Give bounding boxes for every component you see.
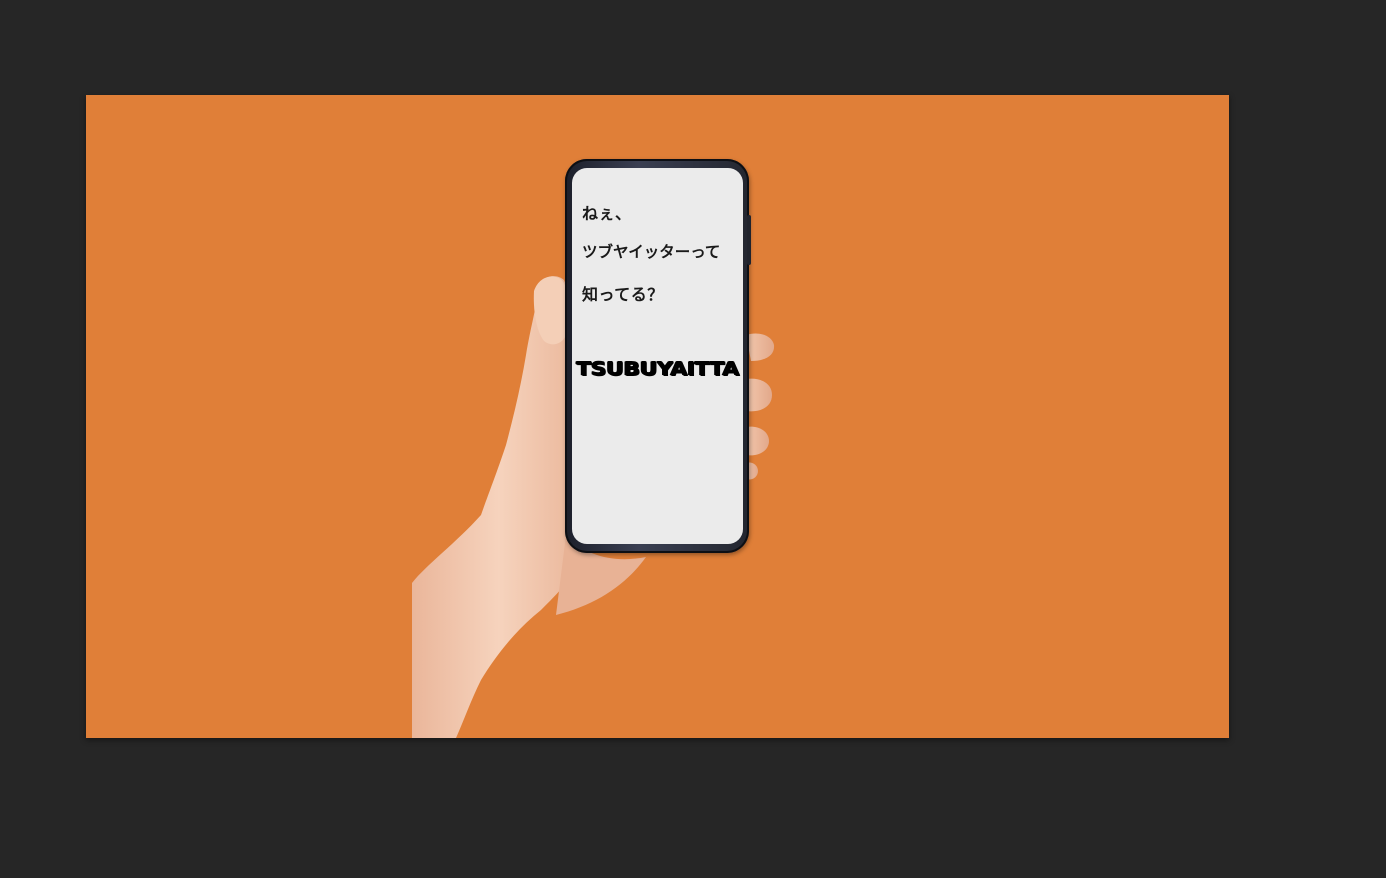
screen-text-line-2: ツブヤイッターって [582, 242, 721, 261]
document-canvas[interactable]: ねぇ、 ツブヤイッターって 知ってる？ TSUBUYAITTA [86, 95, 1229, 738]
screen-text-line-1: ねぇ、 [582, 204, 632, 223]
phone-side-button [747, 215, 751, 265]
editor-workspace: ねぇ、 ツブヤイッターって 知ってる？ TSUBUYAITTA [0, 0, 1386, 878]
phone-screen: ねぇ、 ツブヤイッターって 知ってる？ TSUBUYAITTA [572, 168, 743, 544]
screen-text-line-3: 知ってる？ [582, 285, 664, 304]
tsubuyaitta-logo: TSUBUYAITTA [576, 358, 739, 381]
